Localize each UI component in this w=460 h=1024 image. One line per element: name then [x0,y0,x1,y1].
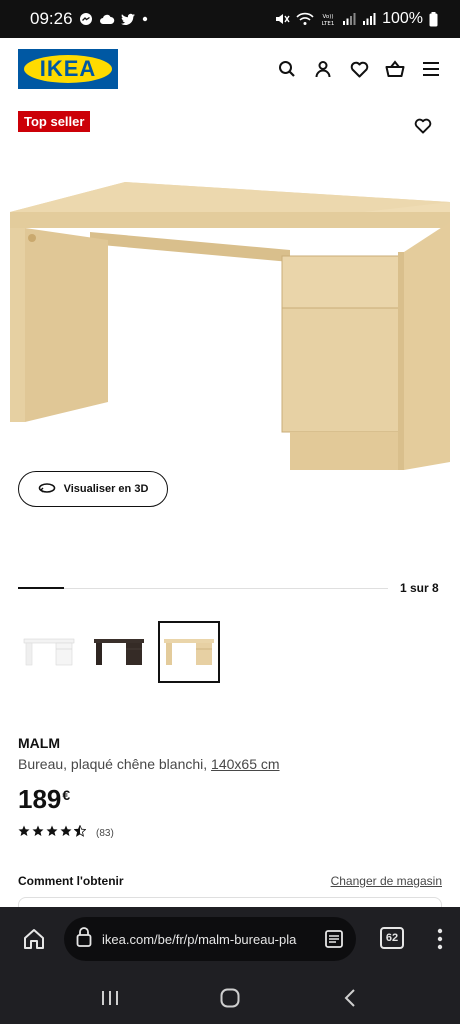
mute-icon [274,11,290,27]
reader-mode-icon[interactable] [324,929,344,949]
back-icon[interactable] [330,978,370,1018]
signal-icon-2 [362,12,376,26]
product-name: MALM [18,735,60,751]
volte-icon: Vo)) LTE1 [320,11,336,27]
battery-percent: 100% [382,10,423,27]
header-icons [276,58,442,80]
system-nav-bar [0,971,460,1024]
wifi-icon [296,12,314,26]
svg-text:Vo)): Vo)) [323,14,334,20]
lock-icon [76,926,92,952]
product-type: Bureau, plaqué chêne blanchi, [18,756,208,772]
status-time: 09:26 [30,9,73,28]
view-3d-label: Visualiser en 3D [63,483,149,495]
home-icon[interactable] [16,921,52,957]
logo-oval: IKEA [24,55,112,83]
search-icon[interactable] [276,58,298,80]
basket-icon[interactable] [384,58,406,80]
thumbnail-white[interactable] [18,621,80,683]
price-currency: € [62,787,71,803]
heart-icon[interactable] [348,58,370,80]
half-star-icon [73,824,87,842]
user-icon[interactable] [312,58,334,80]
star-icon [32,824,44,842]
logo-text: IKEA [39,56,97,81]
cloud-icon [99,13,115,25]
carousel-progress-fill [18,587,65,589]
rating-count: (83) [96,827,114,839]
how-to-get-label: Comment l'obtenir [18,874,124,888]
site-header: IKEA [0,38,460,100]
price-amount: 189 [18,784,62,814]
status-bar: 09:26 Vo)) LTE1 100% [0,0,460,38]
tabs-count-button[interactable]: 62 [380,927,404,949]
notification-dot-icon [142,16,148,22]
twitter-icon [120,13,136,26]
change-store-link[interactable]: Changer de magasin [331,874,442,888]
signal-icon [342,12,356,26]
messenger-icon [79,12,93,26]
svg-text:LTE1: LTE1 [322,21,335,27]
browser-toolbar: ikea.com/be/fr/p/malm-bureau-pla 62 [0,907,460,971]
carousel-counter: 1 sur 8 [400,581,439,595]
menu-icon[interactable] [420,58,442,80]
product-image[interactable] [0,170,460,480]
status-left: 09:26 [30,9,148,29]
favorite-heart-icon[interactable] [414,118,434,138]
view-3d-button[interactable]: Visualiser en 3D [18,471,168,507]
variant-thumbnails [18,621,220,683]
product-rating[interactable]: (83) [18,824,114,842]
carousel-progress [18,587,388,589]
home-button-icon[interactable] [210,978,250,1018]
thumbnail-white-stained-oak[interactable] [158,621,220,683]
star-icon [60,824,72,842]
product-description: Bureau, plaqué chêne blanchi, 140x65 cm [18,756,280,772]
top-seller-badge: Top seller [18,111,91,132]
star-icon [46,824,58,842]
star-icon [18,824,30,842]
product-price: 189 € [18,784,70,815]
status-right: Vo)) LTE1 100% [274,10,438,28]
more-options-icon[interactable] [430,927,450,951]
url-text: ikea.com/be/fr/p/malm-bureau-pla [102,931,297,947]
rotate-3d-icon [38,481,56,498]
recent-apps-icon[interactable] [90,978,130,1018]
thumbnail-black-brown[interactable] [88,621,150,683]
product-dimensions-link[interactable]: 140x65 cm [211,756,279,772]
battery-icon [429,11,438,27]
address-bar[interactable]: ikea.com/be/fr/p/malm-bureau-pla [64,917,356,961]
ikea-logo[interactable]: IKEA [18,49,118,89]
